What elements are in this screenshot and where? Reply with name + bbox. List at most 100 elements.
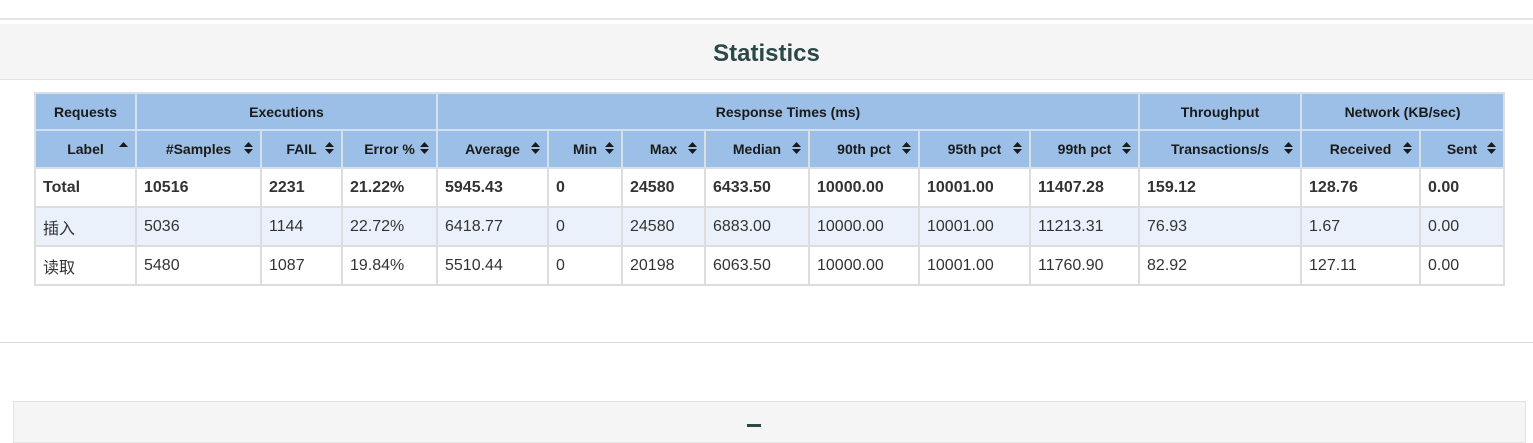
cell-95th-pct: 10001.00 [918,167,1031,208]
cell-max: 24580 [621,206,706,247]
cell-transactions-per-sec: 82.92 [1138,245,1303,286]
column-header-label: Sent [1446,141,1478,157]
cell-fail: 1087 [260,245,343,286]
cell-label: Total [34,167,137,208]
statistics-panel-heading: Statistics [0,24,1533,80]
table-row: 读取 5480 1087 19.84% 5510.44 0 20198 6063.50 1000… [34,245,1506,286]
column-header-label: Median [732,141,782,157]
cell-average: 5510.44 [436,245,549,286]
cell-transactions-per-sec: 76.93 [1138,206,1303,247]
cell-90th-pct: 10000.00 [808,167,920,208]
cell-sent: 0.00 [1419,245,1506,286]
cell-samples: 10516 [135,167,262,208]
column-header-label[interactable]: Label [34,129,137,169]
cell-max: 24580 [621,167,706,208]
top-strip [0,0,1533,20]
sort-both-icon [420,142,429,154]
table-row-total: Total 10516 2231 21.22% 5945.43 0 24580 6433.50… [34,167,1506,208]
column-header-label: 90th pct [837,141,891,157]
cell-median: 6883.00 [704,206,810,247]
cell-95th-pct: 10001.00 [918,206,1031,247]
cell-90th-pct: 10000.00 [808,245,920,286]
column-header-label: 95th pct [947,141,1002,157]
cell-samples: 5480 [135,245,262,286]
sort-both-icon [1487,142,1497,154]
sort-both-icon [1284,142,1294,154]
group-header-throughput: Throughput [1138,92,1303,131]
column-header-row: Label #Samples FAIL Error % Average Min Max Med… [34,129,1506,169]
sort-both-icon [1403,142,1413,154]
group-header-requests: Requests [34,92,137,131]
column-header-label: #Samples [165,141,232,157]
column-header-label: FAIL [286,141,317,157]
cell-99th-pct: 11213.31 [1028,206,1141,247]
cell-99th-pct: 11760.90 [1028,245,1141,286]
column-header-label: 99th pct [1057,141,1112,157]
column-header-95th-pct[interactable]: 95th pct [918,129,1031,169]
column-header-label: Transactions/s [1170,141,1270,157]
column-header-label: Label [67,141,104,157]
next-panel-title-fragment [747,424,761,427]
cell-sent: 0.00 [1419,167,1506,208]
cell-average: 6418.77 [436,206,549,247]
next-panel-heading [13,401,1526,443]
group-header-row: Requests Executions Response Times (ms) … [34,92,1506,131]
column-header-99th-pct[interactable]: 99th pct [1028,129,1141,169]
sort-both-icon [792,142,801,154]
cell-transactions-per-sec: 159.12 [1138,167,1303,208]
cell-samples: 5036 [135,206,262,247]
column-header-transactions-per-sec[interactable]: Transactions/s [1138,129,1303,169]
table-row: 插入 5036 1144 22.72% 6418.77 0 24580 6883.00 1000… [34,206,1506,247]
column-header-min[interactable]: Min [547,129,623,169]
sort-both-icon [1122,142,1132,154]
group-header-executions: Executions [135,92,438,131]
cell-error-pct: 21.22% [341,167,438,208]
cell-label: 读取 [34,245,137,286]
cell-median: 6063.50 [704,245,810,286]
cell-max: 20198 [621,245,706,286]
column-header-max[interactable]: Max [621,129,706,169]
cell-99th-pct: 11407.28 [1028,167,1141,208]
statistics-table: Requests Executions Response Times (ms) … [34,92,1506,286]
sort-both-icon [1013,142,1022,154]
column-header-90th-pct[interactable]: 90th pct [808,129,920,169]
sort-both-icon [531,142,540,154]
sort-both-icon [244,142,253,154]
column-header-sent[interactable]: Sent [1419,129,1506,169]
column-header-label: Min [572,141,598,157]
cell-95th-pct: 10001.00 [918,245,1031,286]
cell-fail: 1144 [260,206,343,247]
panel-title: Statistics [713,39,820,67]
cell-label: 插入 [34,206,137,247]
column-header-label: Max [649,141,678,157]
column-header-samples[interactable]: #Samples [135,129,262,169]
sort-both-icon [325,142,334,154]
cell-received: 1.67 [1300,206,1422,247]
group-header-network: Network (KB/sec) [1300,92,1506,131]
cell-90th-pct: 10000.00 [808,206,920,247]
cell-min: 0 [547,206,623,247]
column-header-average[interactable]: Average [436,129,549,169]
cell-received: 127.11 [1300,245,1422,286]
column-header-median[interactable]: Median [704,129,810,169]
column-header-received[interactable]: Received [1300,129,1422,169]
sort-both-icon [902,142,911,154]
sort-both-icon [688,142,697,154]
cell-min: 0 [547,167,623,208]
cell-received: 128.76 [1300,167,1422,208]
group-header-response-times: Response Times (ms) [435,92,1141,131]
cell-error-pct: 22.72% [341,206,438,247]
sort-asc-icon [119,142,128,147]
cell-sent: 0.00 [1419,206,1506,247]
sort-both-icon [605,142,614,154]
column-header-label: Error % [364,141,415,157]
column-header-label: Average [465,141,520,157]
cell-median: 6433.50 [704,167,810,208]
statistics-table-body: Total 10516 2231 21.22% 5945.43 0 24580 6433.50… [34,167,1506,286]
column-header-error-pct[interactable]: Error % [341,129,438,169]
cell-error-pct: 19.84% [341,245,438,286]
column-header-label: Received [1329,141,1392,157]
column-header-fail[interactable]: FAIL [260,129,343,169]
cell-fail: 2231 [260,167,343,208]
cell-average: 5945.43 [436,167,549,208]
